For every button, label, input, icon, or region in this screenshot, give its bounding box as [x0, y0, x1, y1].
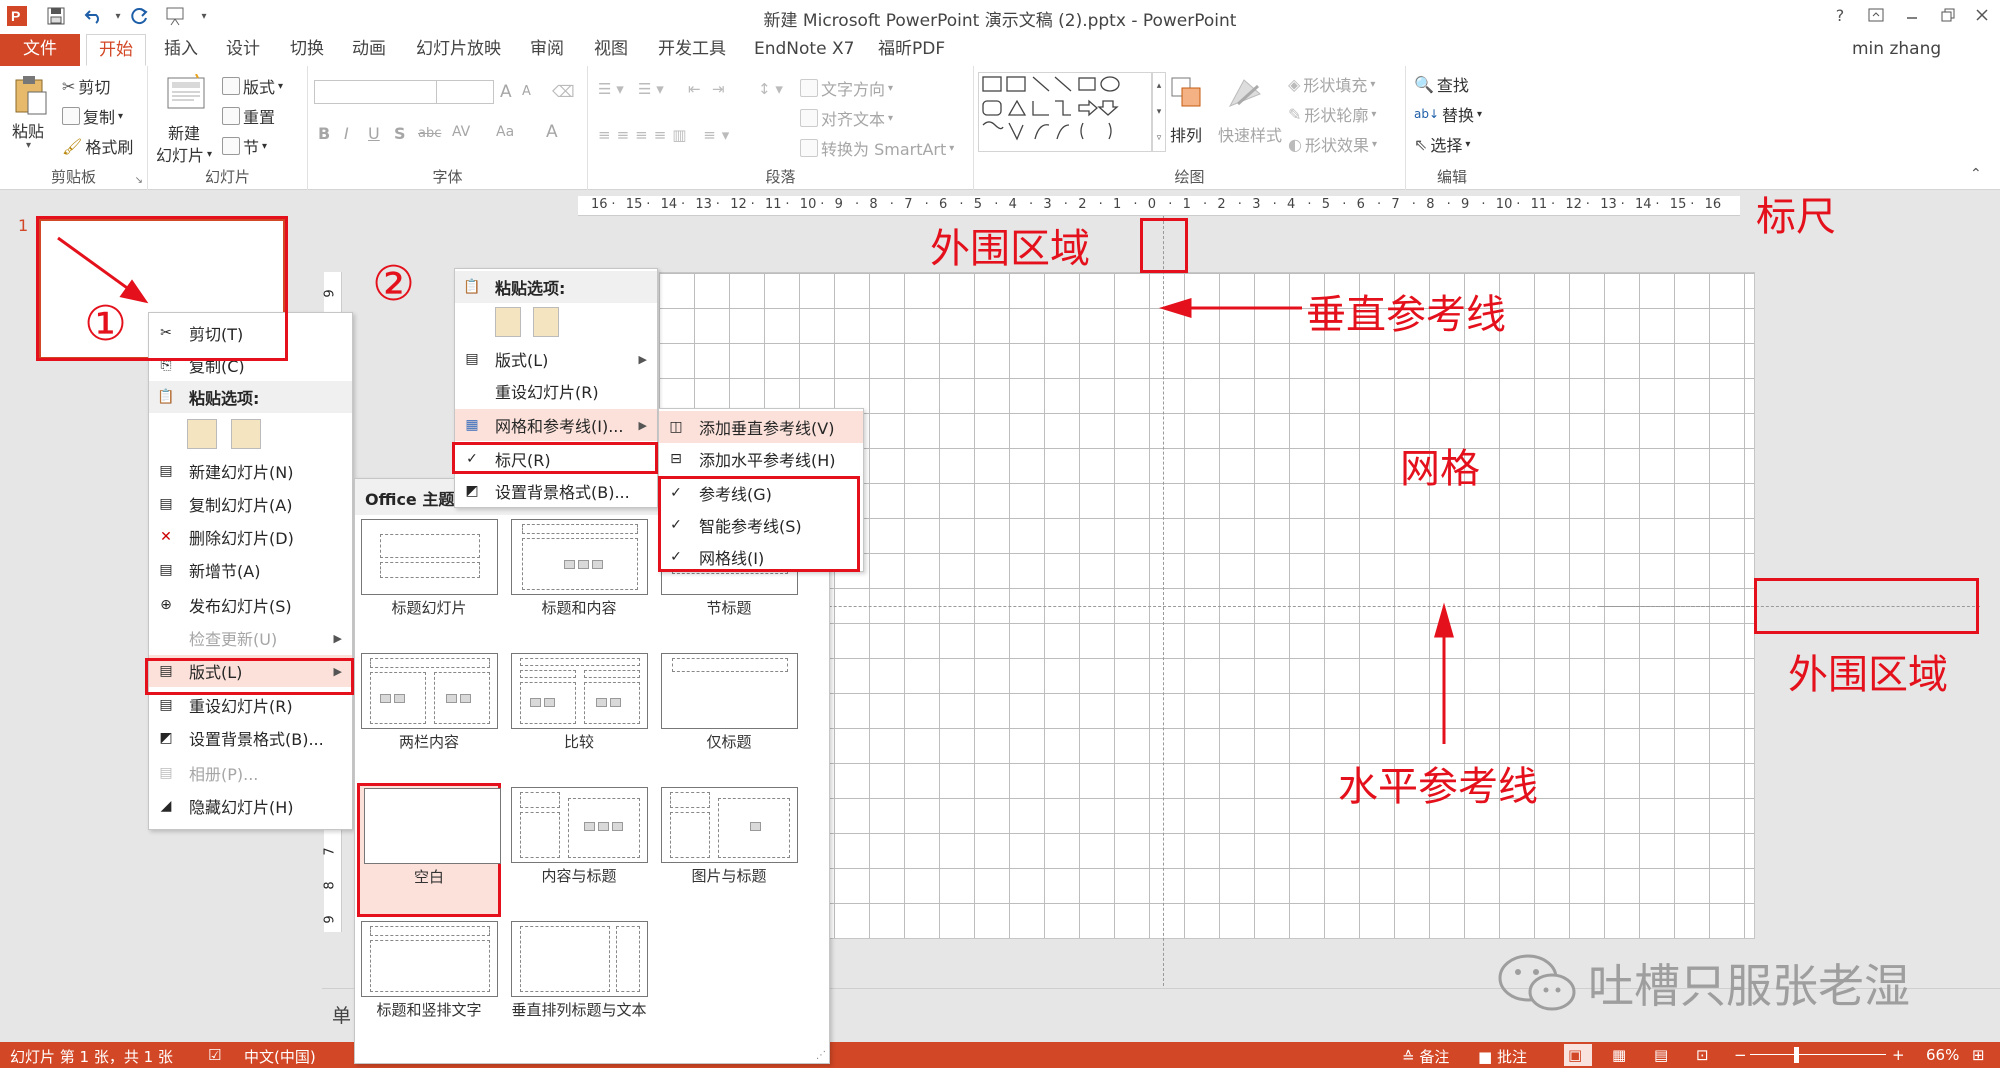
watermark-text: 吐槽只服张老湿: [1588, 959, 1910, 1013]
annotation-arrows: [57, 236, 1454, 744]
wechat-logo-icon: [1496, 950, 1580, 1014]
